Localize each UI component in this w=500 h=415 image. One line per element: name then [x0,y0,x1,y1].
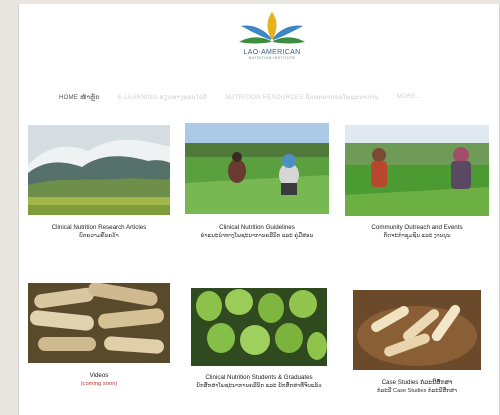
research-articles-title[interactable]: Clinical Nutrition Research Articles [52,224,147,231]
nutrition-guidelines-title[interactable]: Clinical Nutrition Guidelines [219,224,295,231]
research-articles-image[interactable] [28,125,170,215]
case-studies-image[interactable] [353,290,481,370]
videos-image[interactable] [28,283,170,363]
videos-coming-soon: (coming soon) [80,381,118,387]
students-graduates-caption: Clinical Nutrition Students & Graduates … [171,373,347,391]
nutrition-guidelines-caption: Clinical Nutrition Guidelines ຄຳແນະນຳທາງ… [165,223,349,241]
case-studies-title[interactable]: Case Studies ກໍລະນີສຶກສາ [382,379,453,386]
community-outreach-image[interactable] [345,125,489,216]
card-videos[interactable]: Videos (coming soon) [28,283,170,387]
research-articles-subtitle: ບົດຄວາມຄົ້ນຄວ້າ [79,233,119,239]
card-case-studies[interactable]: Case Studies ກໍລະນີສຶກສາ ກໍລະນີ Case Stu… [353,290,481,394]
card-nutrition-guidelines[interactable]: Clinical Nutrition Guidelines ຄຳແນະນຳທາງ… [185,123,329,239]
videos-caption: Videos (coming soon) [8,371,190,389]
card-students-graduates[interactable]: Clinical Nutrition Students & Graduates … [191,288,327,389]
case-studies-caption: Case Studies ກໍລະນີສຶກສາ ກໍລະນີ Case Stu… [333,378,500,396]
community-outreach-subtitle: ກິດຈະກຳຊຸມຊົນ ແລະ ງານບຸນ [383,233,451,239]
students-graduates-subtitle: ນັກສຶກສາໂພຊະນາການຄລີນິກ ແລະ ນັກສຶກສາທີ່ຈ… [196,383,322,389]
content-grid: Clinical Nutrition Research Articles ບົດ… [19,4,499,415]
nutrition-guidelines-image[interactable] [185,123,329,214]
card-community-outreach[interactable]: Community Outreach and Events ກິດຈະກຳຊຸມ… [345,125,489,239]
students-graduates-title[interactable]: Clinical Nutrition Students & Graduates [205,374,312,381]
nutrition-guidelines-subtitle: ຄຳແນະນຳທາງໂພຊະນາການຄລີນິກ ແລະ ຄູ່ມືສອນ [200,233,314,239]
community-outreach-title[interactable]: Community Outreach and Events [371,224,462,231]
card-research-articles[interactable]: Clinical Nutrition Research Articles ບົດ… [28,125,170,239]
case-studies-subtitle: ກໍລະນີ Case Studies ກໍລະນີສຶກສາ [376,388,458,394]
videos-title[interactable]: Videos [90,372,109,379]
students-graduates-image[interactable] [191,288,327,366]
research-articles-caption: Clinical Nutrition Research Articles ບົດ… [8,223,190,241]
community-outreach-caption: Community Outreach and Events ກິດຈະກຳຊຸມ… [325,223,500,241]
page: LAO-AMERICAN NUTRITION INSTITUTE HOME ໜ້… [18,4,500,415]
